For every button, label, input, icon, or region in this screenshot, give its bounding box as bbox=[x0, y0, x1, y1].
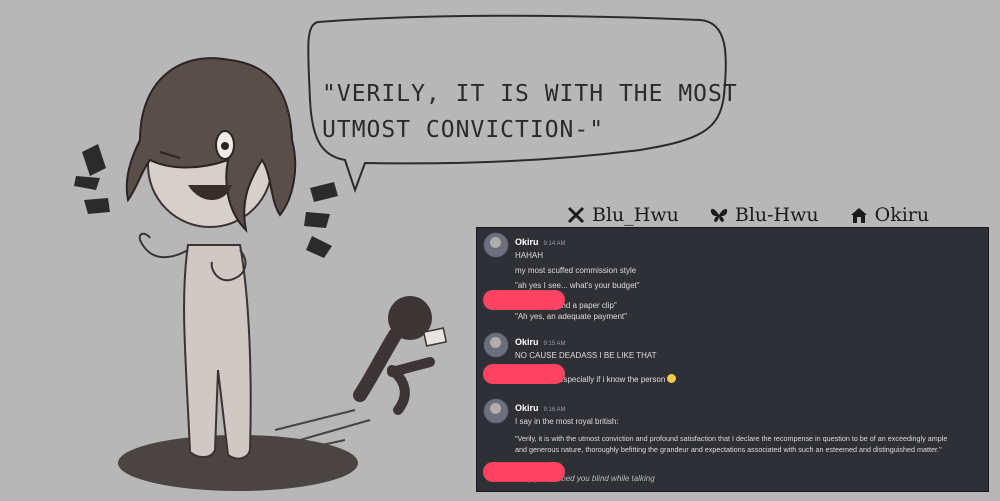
message-line: and generous nature, thoroughly befittin… bbox=[515, 445, 942, 454]
message-line: yea me too, especially if i know the per… bbox=[515, 374, 982, 385]
social-bluesky-handle: Blu-Hwu bbox=[734, 204, 819, 226]
chat-message: "One apple and a paper clip" "Ah yes, an… bbox=[483, 290, 982, 322]
social-x-handle: Blu_Hwu bbox=[592, 204, 679, 226]
chat-message: They just robbed you blind while talking bbox=[483, 462, 982, 484]
message-line: HAHAH bbox=[515, 251, 544, 260]
message-line: "One apple and a paper clip" bbox=[515, 301, 617, 310]
avatar bbox=[483, 332, 509, 358]
message-line: my most scuffed commission style bbox=[515, 266, 637, 275]
social-x: Blu_Hwu bbox=[566, 204, 679, 226]
timestamp: 9:15 AM bbox=[543, 341, 566, 347]
redacted-author bbox=[483, 290, 565, 310]
chat-message: yea me too, especially if i know the per… bbox=[483, 364, 982, 385]
message-line: "Ah yes, an adequate payment" bbox=[515, 312, 627, 321]
grimace-emoji-icon bbox=[667, 374, 677, 383]
author-name: Okiru bbox=[515, 337, 539, 347]
message-line: I say in the most royal british: bbox=[515, 417, 619, 426]
speech-line-1: "VERILY, IT IS WITH THE MOST bbox=[322, 81, 738, 107]
social-home: Okiru bbox=[849, 204, 930, 226]
redacted-author bbox=[483, 462, 565, 482]
home-icon bbox=[850, 208, 867, 223]
timestamp: 9:16 AM bbox=[543, 407, 566, 413]
social-bluesky: Blu-Hwu bbox=[709, 204, 819, 226]
character-left-arm bbox=[138, 232, 189, 259]
chat-message: Okiru 9:14 AM HAHAH my most scuffed commi… bbox=[483, 232, 982, 291]
x-icon bbox=[567, 206, 585, 224]
timestamp: 9:14 AM bbox=[543, 241, 566, 247]
speech-text: "VERILY, IT IS WITH THE MOST UTMOST CONV… bbox=[322, 76, 738, 148]
social-handles: Blu_Hwu Blu-Hwu Okiru bbox=[566, 201, 956, 229]
speech-line-2: UTMOST CONVICTION-" bbox=[322, 117, 605, 143]
message-line: They just robbed you blind while talking bbox=[515, 474, 655, 483]
chat-message: Okiru 9:15 AM NO CAUSE DEADASS I BE LIKE … bbox=[483, 332, 982, 361]
redacted-author bbox=[483, 364, 565, 384]
message-line: "Verily, it is with the utmost convictio… bbox=[515, 434, 948, 443]
social-home-handle: Okiru bbox=[874, 204, 930, 226]
message-line: NO CAUSE DEADASS I BE LIKE THAT bbox=[515, 351, 657, 360]
chat-message: Okiru 9:16 AM I say in the most royal bri… bbox=[483, 398, 982, 455]
author-name: Okiru bbox=[515, 403, 539, 413]
character-pupil bbox=[221, 142, 229, 150]
avatar bbox=[483, 398, 509, 424]
butterfly-icon bbox=[710, 208, 727, 222]
author-name: Okiru bbox=[515, 237, 539, 247]
chat-panel: Okiru 9:14 AM HAHAH my most scuffed commi… bbox=[476, 227, 989, 492]
running-figure bbox=[353, 296, 448, 415]
avatar bbox=[483, 232, 509, 258]
